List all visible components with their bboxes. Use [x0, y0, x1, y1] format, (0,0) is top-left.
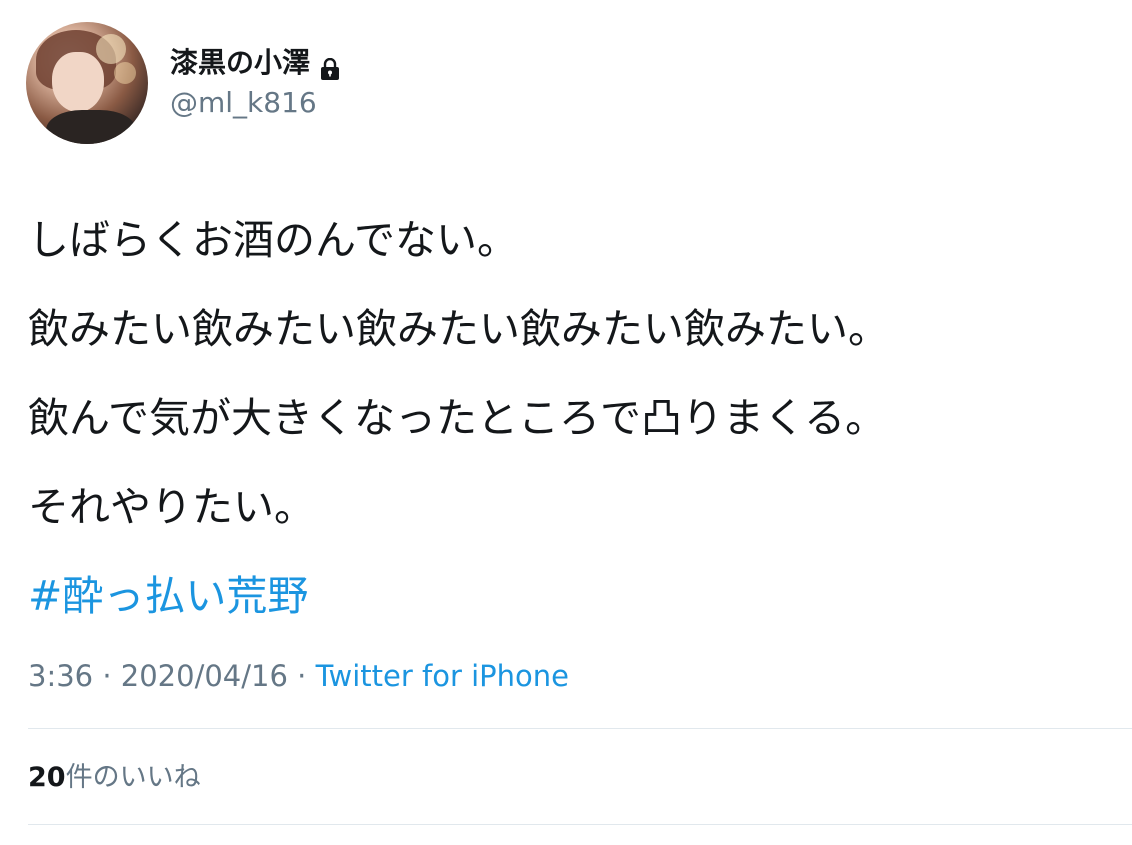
tweet-text: しばらくお酒のんでない。 飲みたい飲みたい飲みたい飲みたい飲みたい。 飲んで気が…: [28, 196, 1108, 641]
tweet-time[interactable]: 3:36: [28, 659, 93, 693]
tweet-line: しばらくお酒のんでない。: [28, 216, 518, 264]
tweet-date[interactable]: 2020/04/16: [121, 659, 288, 693]
likes-label: 件のいいね: [65, 762, 201, 793]
tweet-source-link[interactable]: Twitter for iPhone: [316, 659, 569, 693]
display-name-row[interactable]: 漆黒の小澤: [170, 45, 340, 81]
tweet-line: それやりたい。: [28, 483, 315, 531]
divider: [28, 728, 1132, 729]
hashtag-link[interactable]: #酔っ払い荒野: [28, 552, 1108, 641]
username[interactable]: @ml_k816: [170, 85, 340, 121]
display-name[interactable]: 漆黒の小澤: [170, 45, 310, 81]
meta-separator: ·: [93, 659, 121, 693]
tweet-card: 漆黒の小澤 @ml_k816 しばらくお酒のんでない。 飲みたい飲みたい飲みたい…: [0, 0, 1132, 845]
avatar[interactable]: [26, 22, 148, 144]
tweet-line: 飲んで気が大きくなったところで凸りまくる。: [28, 394, 887, 442]
divider: [28, 824, 1132, 825]
tweet-line: 飲みたい飲みたい飲みたい飲みたい飲みたい。: [28, 305, 889, 353]
likes-stat[interactable]: 20件のいいね: [28, 758, 201, 798]
meta-separator: ·: [287, 659, 316, 693]
likes-count: 20: [28, 762, 66, 793]
lock-icon: [320, 53, 340, 80]
tweet-meta: 3:36 · 2020/04/16 · Twitter for iPhone: [28, 656, 569, 696]
user-names: 漆黒の小澤 @ml_k816: [170, 45, 340, 121]
tweet-header: 漆黒の小澤 @ml_k816: [26, 22, 340, 144]
